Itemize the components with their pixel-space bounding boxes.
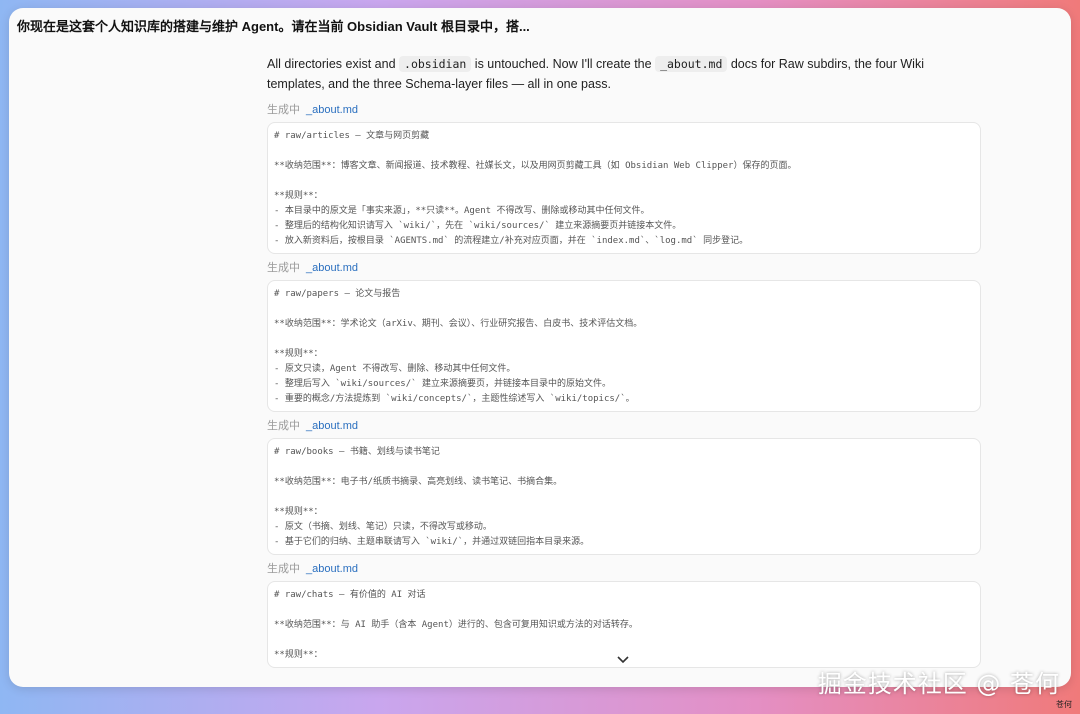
corner-mark: 苍何 xyxy=(1056,700,1072,709)
code-line: **收纳范围**：学术论文（arXiv、期刊、会议）、行业研究报告、白皮书、技术… xyxy=(274,319,643,329)
code-block: # raw/articles — 文章与网页剪藏 **收纳范围**：博客文章、新闻… xyxy=(267,122,981,254)
inline-code: _about.md xyxy=(655,56,728,72)
code-line: - 重要的概念/方法提炼到 `wiki/concepts/`，主题性综述写入 `… xyxy=(274,394,635,404)
code-line: # raw/chats — 有价值的 AI 对话 xyxy=(274,590,426,600)
code-line: - 基于它们的归纳、主题串联请写入 `wiki/`，并通过双链回指本目录来源。 xyxy=(274,537,590,547)
generating-status: 生成中 xyxy=(267,104,300,116)
intro-text: is untouched. Now I'll create the xyxy=(471,57,656,71)
generating-file-row: 生成中 _about.md xyxy=(267,102,981,118)
code-line: # raw/books — 书籍、划线与读书笔记 xyxy=(274,447,440,457)
generating-status: 生成中 xyxy=(267,420,300,432)
code-line: - 原文（书摘、划线、笔记）只读，不得改写或移动。 xyxy=(274,522,492,532)
generating-status: 生成中 xyxy=(267,262,300,274)
code-line: - 整理后写入 `wiki/sources/` 建立来源摘要页，并链接本目录中的… xyxy=(274,379,611,389)
generating-file-row: 生成中 _about.md xyxy=(267,561,981,577)
generating-file-row: 生成中 _about.md xyxy=(267,418,981,434)
code-line: # raw/papers — 论文与报告 xyxy=(274,289,401,299)
generating-status: 生成中 xyxy=(267,563,300,575)
code-line: # raw/articles — 文章与网页剪藏 xyxy=(274,131,430,141)
watermark: 掘金技术社区 @ 苍何 xyxy=(817,670,1060,698)
generation-blocks: 生成中 _about.md # raw/articles — 文章与网页剪藏 **收纳… xyxy=(267,102,981,668)
generating-file-row: 生成中 _about.md xyxy=(267,260,981,276)
chat-window: 你现在是这套个人知识库的搭建与维护 Agent。请在当前 Obsidian Va… xyxy=(9,8,1071,687)
code-line: - 放入新资料后，按根目录 `AGENTS.md` 的流程建立/补充对应页面，并… xyxy=(274,236,749,246)
code-line: **收纳范围**：博客文章、新闻报道、技术教程、社媒长文，以及用网页剪藏工具（如… xyxy=(274,161,797,171)
code-line: - 整理后的结构化知识请写入 `wiki/`，先在 `wiki/sources/… xyxy=(274,221,682,231)
intro-text: All directories exist and xyxy=(267,57,400,71)
code-block: # raw/books — 书籍、划线与读书笔记 **收纳范围**：电子书/纸质书… xyxy=(267,438,981,555)
conversation-title: 你现在是这套个人知识库的搭建与维护 Agent。请在当前 Obsidian Va… xyxy=(17,19,530,34)
code-line: **规则**： xyxy=(274,191,323,201)
code-line: **收纳范围**：电子书/纸质书摘录、高亮划线、读书笔记、书摘合集。 xyxy=(274,477,563,487)
file-link[interactable]: _about.md xyxy=(306,262,358,274)
file-link[interactable]: _about.md xyxy=(306,104,358,116)
chevron-down-icon[interactable] xyxy=(614,653,632,667)
code-line: - 本目录中的原文是「事实来源」，**只读**。Agent 不得改写、删除或移动… xyxy=(274,206,650,216)
assistant-message: All directories exist and .obsidian is u… xyxy=(267,54,981,94)
file-link[interactable]: _about.md xyxy=(306,563,358,575)
inline-code: .obsidian xyxy=(399,56,472,72)
code-line: **规则**： xyxy=(274,349,323,359)
code-line: **规则**： xyxy=(274,507,323,517)
code-line: - 原文只读，Agent 不得改写、删除、移动其中任何文件。 xyxy=(274,364,516,374)
message-content: All directories exist and .obsidian is u… xyxy=(267,54,981,674)
code-line: **收纳范围**：与 AI 助手（含本 Agent）进行的、包含可复用知识或方法… xyxy=(274,620,638,630)
file-link[interactable]: _about.md xyxy=(306,420,358,432)
code-block: # raw/papers — 论文与报告 **收纳范围**：学术论文（arXiv、… xyxy=(267,280,981,412)
